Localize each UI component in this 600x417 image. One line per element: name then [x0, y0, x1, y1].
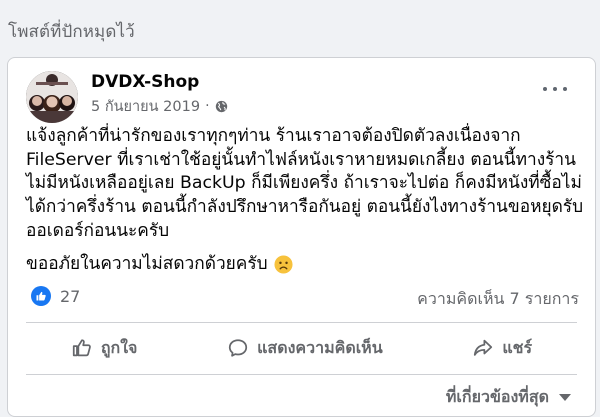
post-date[interactable]: 5 กันยายน 2019 — [91, 95, 200, 118]
post-author[interactable]: DVDX-Shop — [91, 72, 199, 92]
post-apology-line: ขออภัยในความไม่สดวกด้วยครับ — [26, 252, 586, 276]
post-actions: ถูกใจ แสดงความคิดเห็น แชร์ — [26, 328, 577, 368]
divider — [26, 322, 577, 323]
share-button[interactable]: แชร์ — [460, 330, 544, 367]
globe-icon — [215, 100, 227, 112]
caret-down-icon — [559, 394, 571, 401]
comment-icon — [228, 339, 248, 357]
share-button-label: แชร์ — [502, 337, 533, 357]
like-button-label: ถูกใจ — [100, 337, 138, 357]
likes-count[interactable]: 27 — [60, 287, 80, 306]
avatar-image — [26, 71, 78, 123]
post-text: แจ้งลูกค้าที่น่ารักของเราทุกๆท่าน ร้านเร… — [26, 126, 584, 241]
meta-separator: · — [205, 98, 210, 114]
avatar[interactable] — [26, 71, 78, 123]
share-icon — [474, 339, 493, 356]
comments-count[interactable]: ความคิดเห็น 7 รายการ — [417, 287, 579, 312]
reactions-summary[interactable]: 27 — [31, 286, 80, 306]
thumbs-up-icon — [72, 339, 91, 357]
comment-button-label: แสดงความคิดเห็น — [257, 337, 383, 357]
sort-label: ที่เกี่ยวข้องที่สุด — [445, 387, 549, 406]
comment-sort-dropdown[interactable]: ที่เกี่ยวข้องที่สุด — [446, 385, 571, 410]
sad-face-icon — [274, 254, 293, 274]
more-options-icon[interactable] — [543, 82, 567, 96]
like-button[interactable]: ถูกใจ — [59, 330, 150, 367]
section-title: โพสต์ที่ปักหมุดไว้ — [8, 22, 135, 42]
post-meta: 5 กันยายน 2019 · — [91, 97, 228, 115]
divider — [26, 374, 577, 375]
comment-button[interactable]: แสดงความคิดเห็น — [215, 330, 395, 367]
post-card: DVDX-Shop 5 กันยายน 2019 · แจ้งลูกค้าที่… — [7, 57, 596, 417]
like-reaction-icon — [31, 286, 51, 306]
post-apology-text: ขออภัยในความไม่สดวกด้วยครับ — [26, 254, 268, 274]
